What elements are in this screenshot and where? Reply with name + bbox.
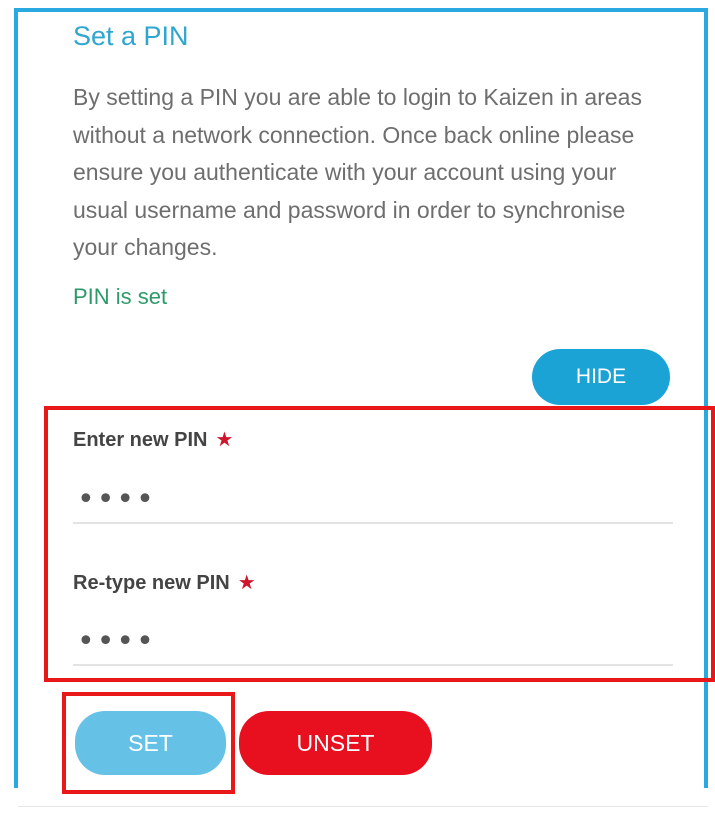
- required-star-icon: ★: [237, 572, 256, 594]
- retype-pin-input[interactable]: [73, 618, 673, 666]
- screen: Set a PIN By setting a PIN you are able …: [0, 0, 715, 817]
- hide-button[interactable]: HIDE: [532, 349, 670, 405]
- set-button[interactable]: SET: [75, 711, 226, 775]
- new-pin-input[interactable]: [73, 476, 673, 524]
- new-pin-label-text: Enter new PIN: [73, 429, 208, 451]
- retype-pin-label-text: Re-type new PIN: [73, 572, 230, 594]
- retype-pin-label: Re-type new PIN ★: [73, 570, 256, 595]
- new-pin-label: Enter new PIN ★: [73, 427, 233, 452]
- required-star-icon: ★: [215, 429, 234, 451]
- pin-section-title: Set a PIN: [73, 21, 189, 51]
- unset-button[interactable]: UNSET: [239, 711, 432, 775]
- pin-status-text: PIN is set: [73, 284, 168, 309]
- pin-description: By setting a PIN you are able to login t…: [73, 84, 642, 260]
- panel-bottom-divider: [18, 806, 708, 807]
